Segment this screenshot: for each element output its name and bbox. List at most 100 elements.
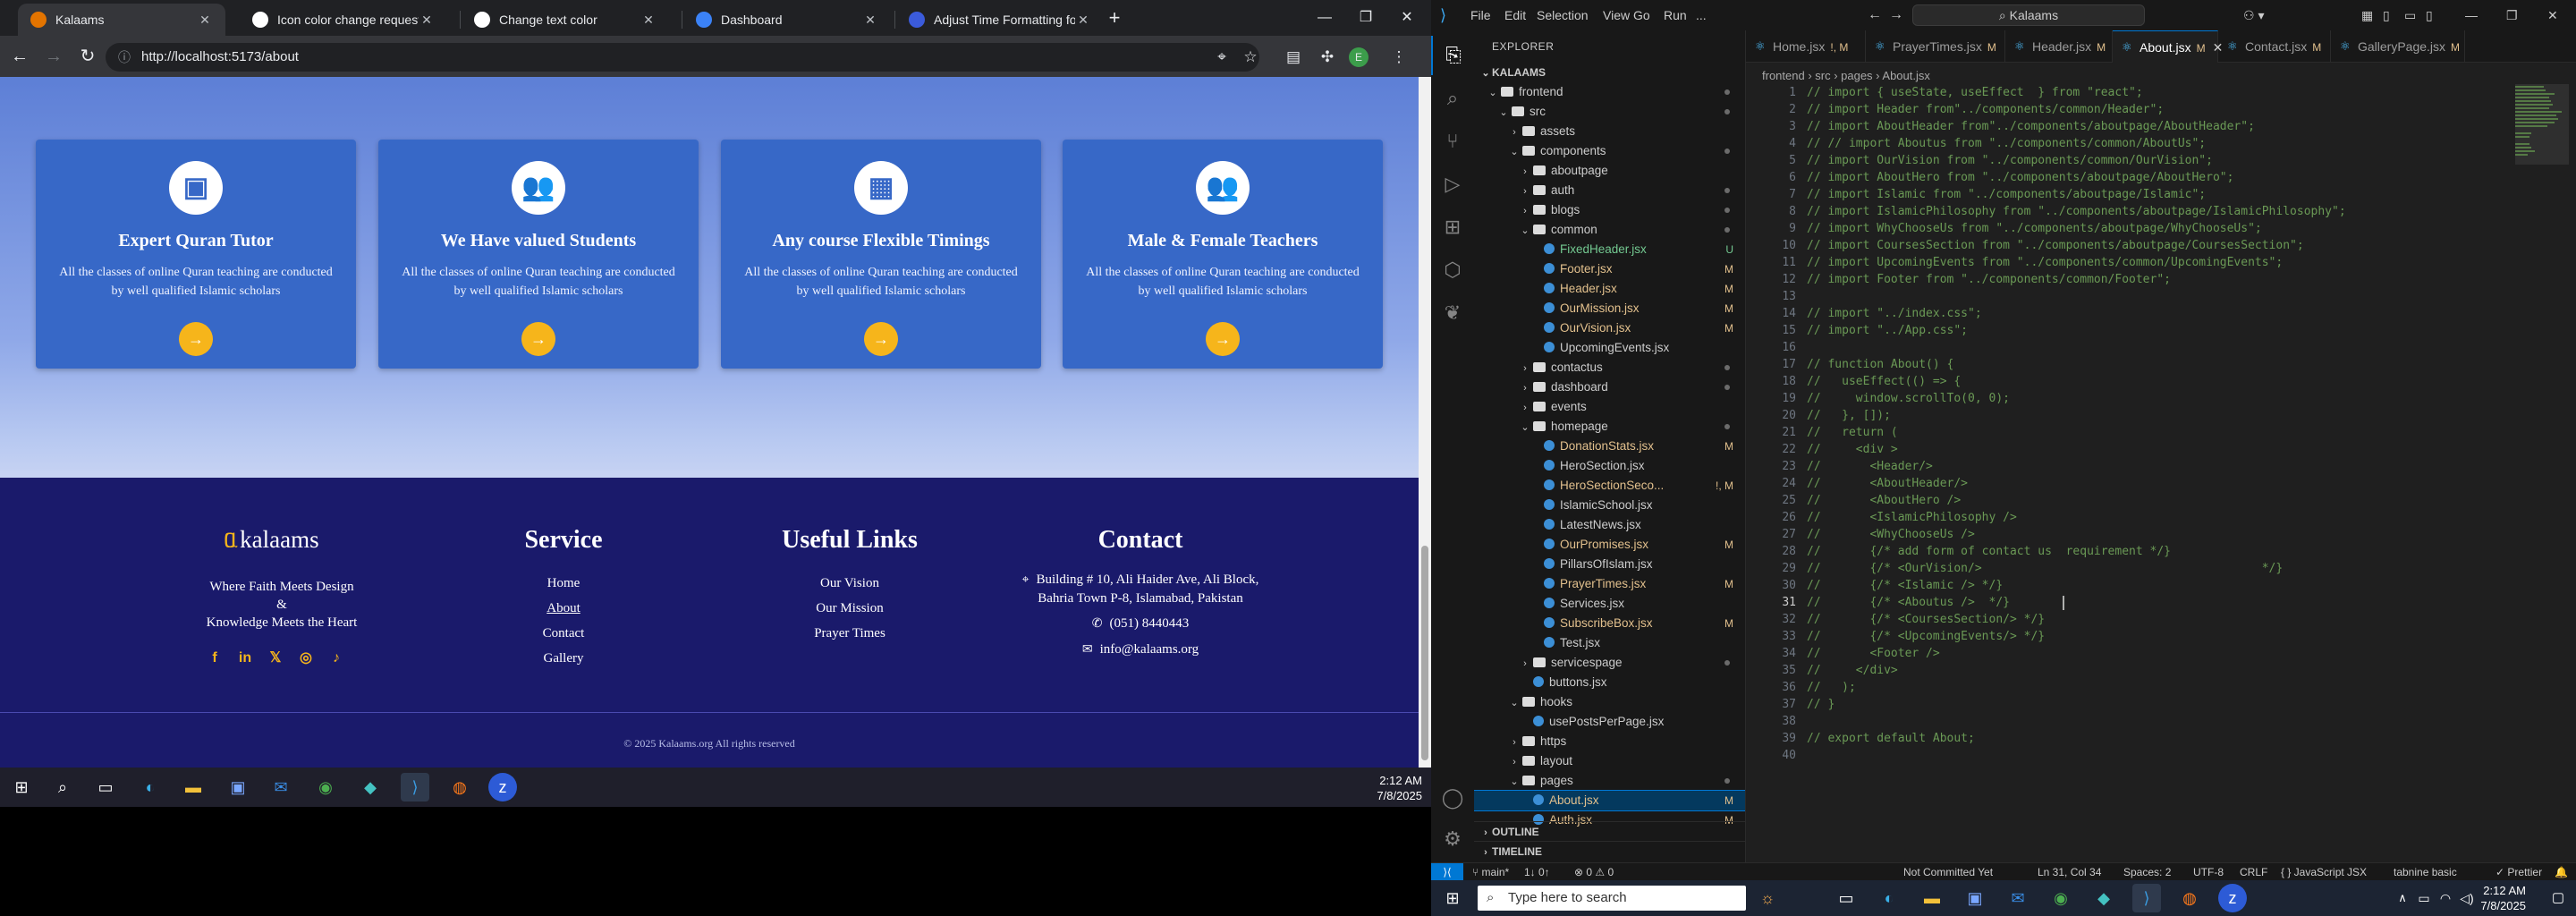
edge-icon[interactable]: ◐ (1875, 884, 1903, 912)
code-line[interactable]: // {/* <UpcomingEvents/> */} (1807, 628, 2045, 645)
zoom-icon[interactable]: z (488, 773, 517, 802)
tree-file[interactable]: SubscribeBox.jsx M (1474, 614, 1745, 633)
back-button[interactable]: ← (5, 42, 34, 71)
mail-app-icon[interactable]: ✉ (267, 773, 295, 802)
run-debug-icon[interactable]: ▷ (1431, 165, 1474, 204)
site-logo[interactable]: ᥲkalaams (224, 524, 319, 555)
tree-folder[interactable]: › events (1474, 397, 1745, 417)
tree-file[interactable]: OurMission.jsx M (1474, 299, 1745, 318)
line-endings[interactable]: CRLF (2240, 863, 2267, 881)
code-line[interactable]: // import AboutHeader from"../components… (1807, 118, 2255, 135)
vs-close-button[interactable]: ✕ (2547, 0, 2558, 30)
toggle-panel-icon[interactable]: ▭ (2404, 0, 2416, 30)
browser-tab[interactable]: Dashboard ✕ (683, 4, 891, 36)
card-arrow-button[interactable]: → (179, 322, 213, 356)
tree-file[interactable]: OurPromises.jsx M (1474, 535, 1745, 555)
copilot-icon[interactable]: ⚇ ▾ (2243, 0, 2264, 30)
mongo-leaf-icon[interactable]: ❦ (1431, 293, 1474, 333)
edge-icon[interactable]: ◐ (136, 773, 165, 802)
tree-folder[interactable]: ⌄ components (1474, 141, 1745, 161)
taskbar-search-box[interactable]: ⌕ Type here to search (1478, 886, 1746, 911)
windows-start-icon[interactable]: ⊞ (1438, 884, 1467, 912)
code-line[interactable]: // } (1807, 696, 1835, 713)
tree-folder[interactable]: ⌄ homepage (1474, 417, 1745, 437)
code-line[interactable]: // return ( (1807, 424, 1898, 441)
git-sync[interactable]: 1↓ 0↑ (1524, 863, 1550, 881)
tree-file[interactable]: Footer.jsx M (1474, 259, 1745, 279)
tree-file[interactable]: About.jsx M (1474, 790, 1745, 811)
tree-file[interactable]: LatestNews.jsx (1474, 515, 1745, 535)
code-line[interactable]: // <IslamicPhilosophy /> (1807, 509, 2017, 526)
code-line[interactable]: // import "../App.css"; (1807, 322, 1968, 339)
notifications-bell-icon[interactable]: 🔔 (2555, 863, 2568, 881)
menu-item[interactable]: Run (1664, 0, 1687, 30)
remote-icon[interactable]: ⬡ (1431, 250, 1474, 290)
source-control-icon[interactable]: ⑂ (1431, 122, 1474, 161)
card-arrow-button[interactable]: → (521, 322, 555, 356)
task-view-icon[interactable]: ▭ (91, 773, 120, 802)
tree-file[interactable]: FixedHeader.jsx U (1474, 240, 1745, 259)
cursor-position[interactable]: Ln 31, Col 34 (2038, 863, 2101, 881)
location-icon[interactable]: ⌖ (1209, 45, 1234, 70)
footer-link-vision[interactable]: Our Vision (769, 571, 930, 596)
chrome-icon[interactable]: ◉ (2046, 884, 2075, 912)
code-line[interactable]: // <Header/> (1807, 458, 1933, 475)
code-line[interactable]: // </div> (1807, 662, 1898, 679)
accounts-icon[interactable]: ◯ (1431, 778, 1474, 818)
outline-section[interactable]: › OUTLINE (1474, 821, 1745, 841)
editor-tab[interactable]: ⚛ PrayerTimes.jsx M (1866, 30, 2005, 63)
nav-back-icon[interactable]: ← (1868, 0, 1882, 30)
tree-file[interactable]: HeroSection.jsx (1474, 456, 1745, 476)
vs-maximize-button[interactable]: ❐ (2506, 0, 2518, 30)
firefox-icon[interactable]: ◍ (2175, 884, 2204, 912)
tab-close-icon[interactable]: ✕ (1075, 13, 1091, 28)
editor-tab[interactable]: ⚛ GalleryPage.jsx M (2331, 30, 2465, 63)
indentation[interactable]: Spaces: 2 (2123, 863, 2171, 881)
linkedin-icon[interactable]: in (236, 649, 254, 667)
tab-close-icon[interactable]: ✕ (197, 13, 213, 28)
address-bar[interactable]: ⓘ http://localhost:5173/about (106, 43, 1259, 72)
tree-folder[interactable]: › dashboard (1474, 377, 1745, 397)
explorer-icon[interactable]: ⎘ (1431, 36, 1474, 75)
tree-file[interactable]: HeroSectionSeco... !, M (1474, 476, 1745, 496)
code-line[interactable]: // import Islamic from "../components/ab… (1807, 186, 2206, 203)
browser-tab[interactable]: Change text color ✕ (462, 4, 669, 36)
footer-link-gallery[interactable]: Gallery (501, 646, 626, 671)
footer-link-prayer-times[interactable]: Prayer Times (769, 621, 930, 646)
language-mode[interactable]: { } JavaScript JSX (2281, 863, 2367, 881)
code-line[interactable]: // window.scrollTo(0, 0); (1807, 390, 2010, 407)
bookmark-star-icon[interactable]: ☆ (1238, 45, 1263, 70)
tree-file[interactable]: IslamicSchool.jsx (1474, 496, 1745, 515)
toggle-secondary-icon[interactable]: ▯ (2426, 0, 2433, 30)
tree-file[interactable]: Services.jsx (1474, 594, 1745, 614)
firefox-icon[interactable]: ◍ (445, 773, 474, 802)
code-line[interactable]: // import { useState, useEffect } from "… (1807, 84, 2143, 101)
tree-folder[interactable]: › layout (1474, 751, 1745, 771)
taskbar-clock[interactable]: 2:12 AM 7/8/2025 (2480, 883, 2526, 913)
tree-folder[interactable]: › aboutpage (1474, 161, 1745, 181)
tabnine-status[interactable]: tabnine basic (2394, 863, 2457, 881)
extension-icon[interactable]: ▤ (1281, 45, 1306, 70)
store-icon[interactable]: ▣ (1961, 884, 1989, 912)
notification-center-icon[interactable]: ▢ (2544, 884, 2572, 912)
taskbar-clock[interactable]: 2:12 AM 7/8/2025 (1322, 773, 1422, 803)
facebook-icon[interactable]: f (206, 649, 224, 667)
tab-close-icon[interactable]: ✕ (640, 13, 657, 28)
browser-tab[interactable]: Kalaams ✕ (18, 4, 225, 36)
tree-folder[interactable]: ⌄ frontend (1474, 82, 1745, 102)
code-line[interactable]: // import WhyChooseUs from "../component… (1807, 220, 2262, 237)
browser-tab[interactable]: Icon color change request ✕ (240, 4, 447, 36)
prettier-status[interactable]: ✓ Prettier (2496, 863, 2542, 881)
footer-link-about[interactable]: About (501, 596, 626, 621)
task-view-icon[interactable]: ▭ (1832, 884, 1860, 912)
timeline-section[interactable]: › TIMELINE (1474, 841, 1745, 861)
code-line[interactable]: // import Footer from "../components/com… (1807, 271, 2171, 288)
project-root[interactable]: ⌄ KALAAMS (1474, 63, 1745, 82)
code-line[interactable]: // <AboutHero /> (1807, 492, 1961, 509)
menu-item[interactable]: ... (1696, 0, 1707, 30)
tree-folder[interactable]: › servicespage (1474, 653, 1745, 673)
footer-link-contact[interactable]: Contact (501, 621, 626, 646)
reload-button[interactable]: ↻ (73, 42, 102, 71)
code-line[interactable]: // <WhyChooseUs /> (1807, 526, 1975, 543)
file-explorer-icon[interactable]: ▬ (179, 773, 208, 802)
